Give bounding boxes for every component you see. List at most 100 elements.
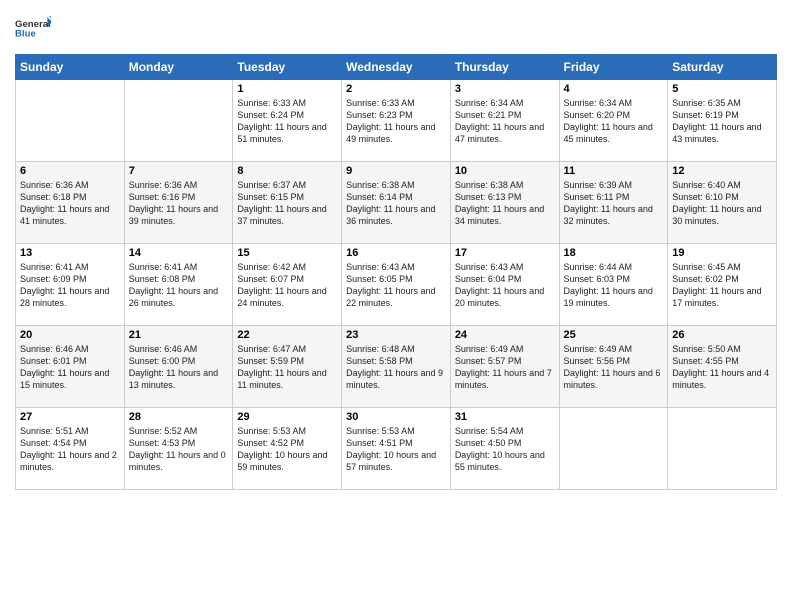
day-number: 29: [237, 411, 337, 423]
calendar-cell: 24 Sunrise: 6:49 AM Sunset: 5:57 PM Dayl…: [450, 326, 559, 408]
calendar-cell: 30 Sunrise: 5:53 AM Sunset: 4:51 PM Dayl…: [342, 408, 451, 490]
calendar-cell: 13 Sunrise: 6:41 AM Sunset: 6:09 PM Dayl…: [16, 244, 125, 326]
day-info: Sunrise: 5:52 AM Sunset: 4:53 PM Dayligh…: [129, 425, 229, 474]
calendar-cell: 25 Sunrise: 6:49 AM Sunset: 5:56 PM Dayl…: [559, 326, 668, 408]
day-number: 14: [129, 247, 229, 259]
day-number: 23: [346, 329, 446, 341]
day-number: 21: [129, 329, 229, 341]
calendar-cell: 9 Sunrise: 6:38 AM Sunset: 6:14 PM Dayli…: [342, 162, 451, 244]
day-info: Sunrise: 6:45 AM Sunset: 6:02 PM Dayligh…: [672, 261, 772, 310]
day-number: 11: [564, 165, 664, 177]
calendar-cell: 11 Sunrise: 6:39 AM Sunset: 6:11 PM Dayl…: [559, 162, 668, 244]
day-info: Sunrise: 6:41 AM Sunset: 6:09 PM Dayligh…: [20, 261, 120, 310]
calendar-cell: 27 Sunrise: 5:51 AM Sunset: 4:54 PM Dayl…: [16, 408, 125, 490]
day-info: Sunrise: 5:51 AM Sunset: 4:54 PM Dayligh…: [20, 425, 120, 474]
day-info: Sunrise: 6:38 AM Sunset: 6:14 PM Dayligh…: [346, 179, 446, 228]
day-info: Sunrise: 6:42 AM Sunset: 6:07 PM Dayligh…: [237, 261, 337, 310]
calendar-cell: 6 Sunrise: 6:36 AM Sunset: 6:18 PM Dayli…: [16, 162, 125, 244]
header-saturday: Saturday: [668, 55, 777, 80]
calendar-table: SundayMondayTuesdayWednesdayThursdayFrid…: [15, 54, 777, 490]
day-info: Sunrise: 6:46 AM Sunset: 6:00 PM Dayligh…: [129, 343, 229, 392]
calendar-cell: [559, 408, 668, 490]
calendar-cell: 26 Sunrise: 5:50 AM Sunset: 4:55 PM Dayl…: [668, 326, 777, 408]
calendar-cell: 22 Sunrise: 6:47 AM Sunset: 5:59 PM Dayl…: [233, 326, 342, 408]
day-info: Sunrise: 6:41 AM Sunset: 6:08 PM Dayligh…: [129, 261, 229, 310]
day-number: 5: [672, 83, 772, 95]
page: General Blue SundayMondayTuesdayWednesda…: [0, 0, 792, 612]
day-number: 13: [20, 247, 120, 259]
day-info: Sunrise: 6:37 AM Sunset: 6:15 PM Dayligh…: [237, 179, 337, 228]
day-number: 2: [346, 83, 446, 95]
week-row-2: 6 Sunrise: 6:36 AM Sunset: 6:18 PM Dayli…: [16, 162, 777, 244]
day-info: Sunrise: 6:35 AM Sunset: 6:19 PM Dayligh…: [672, 97, 772, 146]
day-info: Sunrise: 6:40 AM Sunset: 6:10 PM Dayligh…: [672, 179, 772, 228]
day-info: Sunrise: 6:47 AM Sunset: 5:59 PM Dayligh…: [237, 343, 337, 392]
calendar-cell: 16 Sunrise: 6:43 AM Sunset: 6:05 PM Dayl…: [342, 244, 451, 326]
day-number: 4: [564, 83, 664, 95]
day-number: 9: [346, 165, 446, 177]
header-thursday: Thursday: [450, 55, 559, 80]
day-info: Sunrise: 5:50 AM Sunset: 4:55 PM Dayligh…: [672, 343, 772, 392]
day-info: Sunrise: 6:33 AM Sunset: 6:24 PM Dayligh…: [237, 97, 337, 146]
day-info: Sunrise: 6:46 AM Sunset: 6:01 PM Dayligh…: [20, 343, 120, 392]
day-number: 19: [672, 247, 772, 259]
day-number: 6: [20, 165, 120, 177]
calendar-cell: 18 Sunrise: 6:44 AM Sunset: 6:03 PM Dayl…: [559, 244, 668, 326]
day-info: Sunrise: 6:49 AM Sunset: 5:56 PM Dayligh…: [564, 343, 664, 392]
day-info: Sunrise: 6:43 AM Sunset: 6:04 PM Dayligh…: [455, 261, 555, 310]
day-info: Sunrise: 6:34 AM Sunset: 6:20 PM Dayligh…: [564, 97, 664, 146]
calendar-cell: 20 Sunrise: 6:46 AM Sunset: 6:01 PM Dayl…: [16, 326, 125, 408]
calendar-header-row: SundayMondayTuesdayWednesdayThursdayFrid…: [16, 55, 777, 80]
logo-svg: General Blue: [15, 10, 51, 46]
calendar-cell: [668, 408, 777, 490]
calendar-cell: 23 Sunrise: 6:48 AM Sunset: 5:58 PM Dayl…: [342, 326, 451, 408]
calendar-cell: 31 Sunrise: 5:54 AM Sunset: 4:50 PM Dayl…: [450, 408, 559, 490]
day-info: Sunrise: 6:39 AM Sunset: 6:11 PM Dayligh…: [564, 179, 664, 228]
calendar-cell: 10 Sunrise: 6:38 AM Sunset: 6:13 PM Dayl…: [450, 162, 559, 244]
calendar-cell: 17 Sunrise: 6:43 AM Sunset: 6:04 PM Dayl…: [450, 244, 559, 326]
day-number: 12: [672, 165, 772, 177]
day-number: 3: [455, 83, 555, 95]
header-friday: Friday: [559, 55, 668, 80]
day-info: Sunrise: 6:43 AM Sunset: 6:05 PM Dayligh…: [346, 261, 446, 310]
calendar-cell: 1 Sunrise: 6:33 AM Sunset: 6:24 PM Dayli…: [233, 80, 342, 162]
header-tuesday: Tuesday: [233, 55, 342, 80]
day-number: 24: [455, 329, 555, 341]
day-info: Sunrise: 6:36 AM Sunset: 6:16 PM Dayligh…: [129, 179, 229, 228]
calendar-cell: [124, 80, 233, 162]
day-info: Sunrise: 6:38 AM Sunset: 6:13 PM Dayligh…: [455, 179, 555, 228]
header-sunday: Sunday: [16, 55, 125, 80]
calendar-cell: 19 Sunrise: 6:45 AM Sunset: 6:02 PM Dayl…: [668, 244, 777, 326]
day-number: 25: [564, 329, 664, 341]
calendar-cell: 2 Sunrise: 6:33 AM Sunset: 6:23 PM Dayli…: [342, 80, 451, 162]
day-number: 18: [564, 247, 664, 259]
day-number: 17: [455, 247, 555, 259]
calendar-cell: 3 Sunrise: 6:34 AM Sunset: 6:21 PM Dayli…: [450, 80, 559, 162]
day-number: 1: [237, 83, 337, 95]
calendar-cell: 21 Sunrise: 6:46 AM Sunset: 6:00 PM Dayl…: [124, 326, 233, 408]
day-number: 16: [346, 247, 446, 259]
calendar-cell: [16, 80, 125, 162]
logo: General Blue: [15, 10, 51, 46]
day-info: Sunrise: 5:54 AM Sunset: 4:50 PM Dayligh…: [455, 425, 555, 474]
calendar-cell: 4 Sunrise: 6:34 AM Sunset: 6:20 PM Dayli…: [559, 80, 668, 162]
calendar-cell: 12 Sunrise: 6:40 AM Sunset: 6:10 PM Dayl…: [668, 162, 777, 244]
day-number: 26: [672, 329, 772, 341]
calendar-cell: 5 Sunrise: 6:35 AM Sunset: 6:19 PM Dayli…: [668, 80, 777, 162]
day-number: 7: [129, 165, 229, 177]
week-row-3: 13 Sunrise: 6:41 AM Sunset: 6:09 PM Dayl…: [16, 244, 777, 326]
calendar-cell: 8 Sunrise: 6:37 AM Sunset: 6:15 PM Dayli…: [233, 162, 342, 244]
svg-text:Blue: Blue: [15, 28, 36, 39]
header-wednesday: Wednesday: [342, 55, 451, 80]
day-info: Sunrise: 6:33 AM Sunset: 6:23 PM Dayligh…: [346, 97, 446, 146]
day-info: Sunrise: 6:49 AM Sunset: 5:57 PM Dayligh…: [455, 343, 555, 392]
day-number: 31: [455, 411, 555, 423]
day-number: 27: [20, 411, 120, 423]
week-row-4: 20 Sunrise: 6:46 AM Sunset: 6:01 PM Dayl…: [16, 326, 777, 408]
day-info: Sunrise: 6:36 AM Sunset: 6:18 PM Dayligh…: [20, 179, 120, 228]
day-number: 28: [129, 411, 229, 423]
week-row-1: 1 Sunrise: 6:33 AM Sunset: 6:24 PM Dayli…: [16, 80, 777, 162]
day-number: 10: [455, 165, 555, 177]
day-info: Sunrise: 6:48 AM Sunset: 5:58 PM Dayligh…: [346, 343, 446, 392]
day-number: 30: [346, 411, 446, 423]
